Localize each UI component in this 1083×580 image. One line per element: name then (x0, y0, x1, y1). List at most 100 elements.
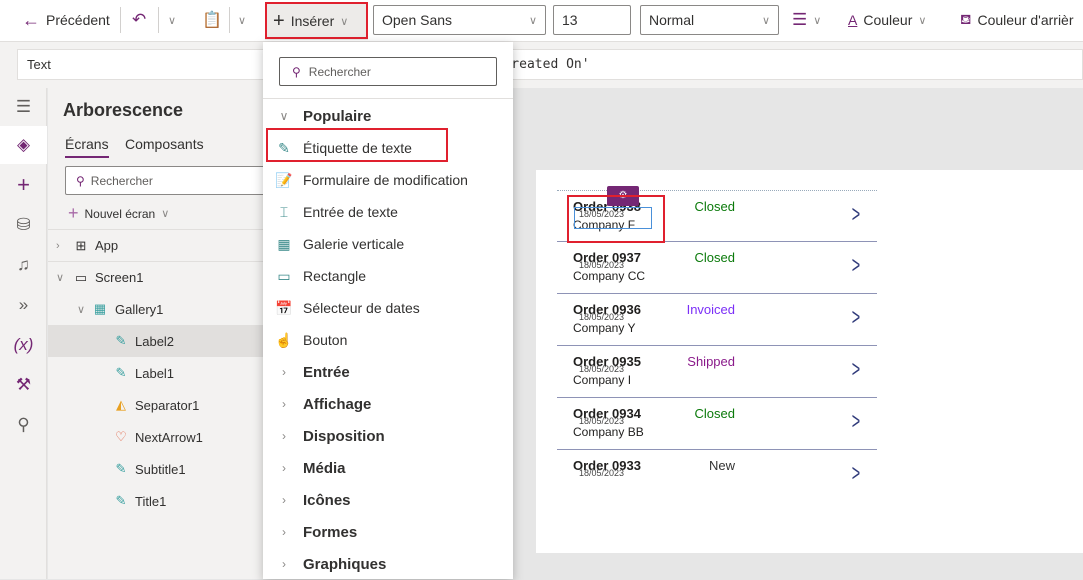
gallery-icon: ▦ (93, 301, 107, 316)
menu-item[interactable]: ☝ Bouton (263, 324, 513, 356)
chevron-down-icon: ∨ (918, 14, 927, 27)
chevron-right-icon: › (282, 461, 286, 475)
label-icon: ✎ (115, 461, 127, 476)
menu-item[interactable]: ▭ Rectangle (263, 260, 513, 292)
menu-category[interactable]: › Icônes (263, 484, 513, 516)
plus-icon: + (68, 203, 79, 223)
calendar-icon: 📅 (275, 299, 293, 316)
menu-item[interactable]: 📅 Sélecteur de dates (263, 292, 513, 324)
chevron-down-icon: ∨ (168, 14, 177, 27)
gallery-row[interactable]: Order 0934 18/05/2023 Company BB Closed … (557, 398, 877, 450)
menu-category[interactable]: › Entrée (263, 356, 513, 388)
fill-icon: ⛾ (960, 10, 972, 27)
tree-item-separator1[interactable]: ◭ Separator1 (48, 389, 270, 421)
media-icon[interactable]: ♫ (0, 246, 47, 284)
chevron-down-icon: ∨ (813, 14, 822, 27)
company-name: Company BB (573, 425, 644, 439)
tab-screens[interactable]: Écrans (65, 136, 109, 158)
canvas-screen[interactable]: Order 0938 18/05/2023 Company F Closed >… (536, 170, 1083, 553)
search-icon: ⚲ (292, 64, 301, 79)
font-color-icon: A (848, 12, 858, 28)
menu-item[interactable]: ▦ Galerie verticale (263, 228, 513, 260)
screen-icon: ▭ (74, 269, 88, 285)
tree-search-input[interactable]: ⚲ Rechercher (65, 166, 270, 195)
app-icon: ⊞ (75, 237, 87, 253)
tree-view-pane: Arborescence Écrans Composants ⚲ Recherch… (48, 88, 270, 579)
chevron-right-icon: › (282, 397, 286, 411)
font-select[interactable]: Open Sans ∨ (373, 5, 546, 35)
formula-bar: Text m.'Created On' (0, 42, 1083, 88)
search-icon: ⚲ (76, 173, 85, 188)
tree-item-nextarrow1[interactable]: ♡ NextArrow1 (48, 421, 270, 453)
tree-item-subtitle1[interactable]: ✎ Subtitle1 (48, 453, 270, 485)
shapes-icon: ◭ (116, 397, 126, 412)
tree-item-screen1[interactable]: ∨ ▭ Screen1 (48, 261, 270, 293)
tree-item-app[interactable]: › ⊞ App (48, 229, 270, 261)
paste-dropdown[interactable]: ∨ (238, 0, 246, 40)
new-screen-button[interactable]: + Nouvel écran ∨ (68, 203, 169, 224)
next-arrow-icon[interactable]: > (852, 460, 860, 480)
tree-item-label2[interactable]: ✎ Label2 (48, 325, 270, 357)
font-size-input[interactable]: 13 (553, 5, 631, 35)
chevron-down-icon: ∨ (56, 272, 65, 284)
fill-button[interactable]: ⛾ Couleur d'arrièr (960, 0, 1074, 40)
status-label: Shipped (687, 354, 735, 369)
company-name: Company I (573, 373, 632, 387)
next-arrow-icon[interactable]: > (852, 408, 860, 436)
next-arrow-icon[interactable]: > (852, 304, 860, 332)
paste-button[interactable]: 📋 (202, 0, 222, 40)
tree-item-title1[interactable]: ✎ Title1 (48, 485, 270, 517)
pane-title: Arborescence (63, 100, 184, 120)
back-button[interactable]: ← Précédent (22, 0, 110, 40)
clipboard-icon: 📋 (202, 12, 222, 29)
menu-category[interactable]: › Affichage (263, 388, 513, 420)
undo-dropdown[interactable]: ∨ (168, 0, 176, 40)
tools-icon[interactable]: ⚒ (0, 366, 47, 404)
toolbar: ← Précédent ↶ ∨ 📋 ∨ + Insérer ∨ Open Sans ∨ … (0, 0, 1083, 42)
tree-view-icon[interactable]: ◈ (0, 126, 47, 164)
next-arrow-icon[interactable]: > (852, 356, 860, 384)
gallery-row[interactable]: Order 0936 18/05/2023 Company Y Invoiced… (557, 294, 877, 346)
menu-icon[interactable]: ☰ (0, 88, 47, 126)
menu-category[interactable]: › Média (263, 452, 513, 484)
font-weight-select[interactable]: Normal ∨ (640, 5, 779, 35)
tree-item-gallery1[interactable]: ∨ ▦ Gallery1 (48, 293, 270, 325)
chevron-right-icon: › (282, 429, 286, 443)
chevron-right-icon: › (282, 525, 286, 539)
gallery-row[interactable]: Order 0935 18/05/2023 Company I Shipped … (557, 346, 877, 398)
variables-icon[interactable]: (x) (0, 326, 47, 364)
menu-category[interactable]: › Disposition (263, 420, 513, 452)
chevron-right-icon: › (56, 239, 60, 252)
color-button[interactable]: A Couleur ∨ (848, 0, 926, 40)
button-icon: ☝ (275, 331, 293, 348)
insert-icon[interactable]: + (0, 166, 47, 204)
data-icon[interactable]: ⛁ (0, 206, 47, 244)
tree-item-label1[interactable]: ✎ Label1 (48, 357, 270, 389)
status-label: Invoiced (686, 302, 735, 317)
next-arrow-icon[interactable]: > (852, 252, 860, 280)
arrow-left-icon: ← (22, 9, 40, 30)
text-input-icon: ⌶ (279, 203, 289, 220)
tab-components[interactable]: Composants (125, 136, 204, 152)
rectangle-icon: ▭ (277, 267, 291, 284)
power-automate-icon[interactable]: » (0, 286, 47, 324)
undo-button[interactable]: ↶ (132, 0, 146, 40)
menu-category[interactable]: › Graphiques (263, 548, 513, 580)
menu-item[interactable]: 📝 Formulaire de modification (263, 164, 513, 196)
company-name: Company CC (573, 269, 646, 283)
menu-search-input[interactable]: ⚲ Rechercher (279, 57, 497, 86)
menu-item[interactable]: ⌶ Entrée de texte (263, 196, 513, 228)
gallery-row[interactable]: Order 0937 18/05/2023 Company CC Closed … (557, 242, 877, 294)
next-arrow-icon[interactable]: > (852, 201, 860, 229)
insert-menu: ⚲ Rechercher ∨ Populaire ✎ Étiquette de text… (263, 42, 513, 579)
search-icon[interactable]: ⚲ (0, 406, 47, 444)
align-button[interactable]: ☰ ∨ (792, 0, 821, 40)
chevron-down-icon: ∨ (528, 14, 537, 27)
chevron-right-icon: › (282, 557, 286, 571)
chevron-right-icon: › (282, 493, 286, 507)
menu-category[interactable]: › Formes (263, 516, 513, 548)
label-icon: ✎ (115, 365, 127, 380)
label-icon: ✎ (115, 493, 127, 508)
gallery-row[interactable]: Order 0933 18/05/2023 New > (557, 450, 877, 480)
chevron-down-icon: ∨ (77, 303, 86, 316)
